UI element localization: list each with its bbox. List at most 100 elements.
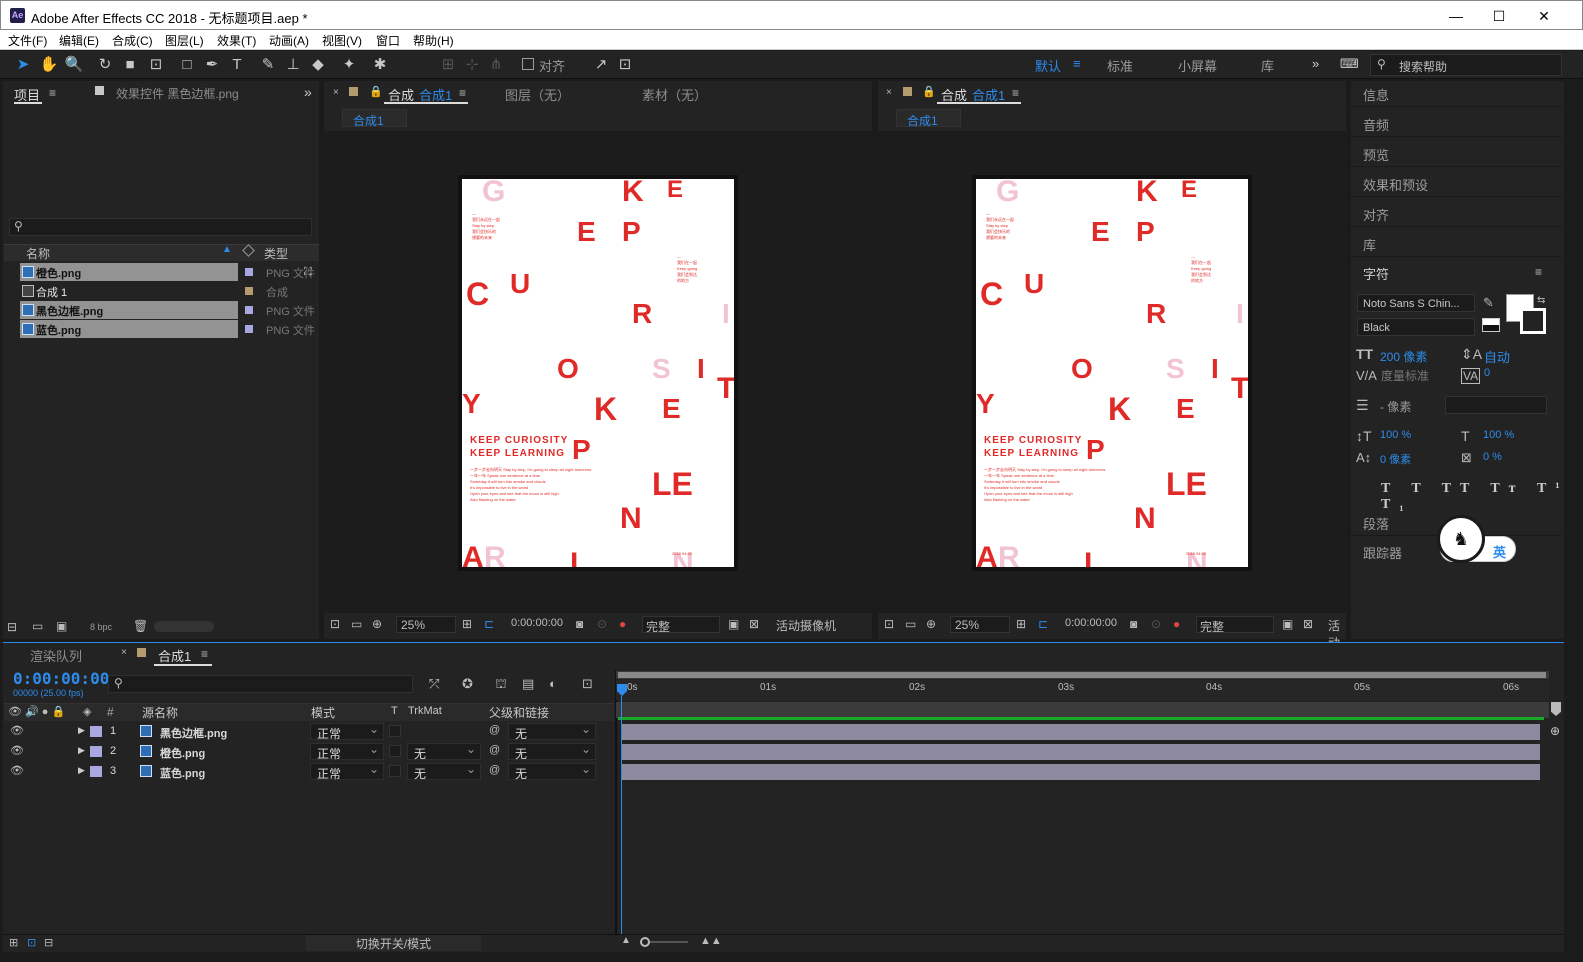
tab-render-queue[interactable]: 渲染队列 bbox=[30, 646, 82, 665]
menu-edit[interactable]: 编辑(E) bbox=[59, 32, 99, 49]
flowchart-icon[interactable]: ⛶ bbox=[304, 266, 312, 279]
label-swatch[interactable] bbox=[90, 726, 102, 737]
panel-menu-icon[interactable]: ≡ bbox=[1535, 265, 1542, 279]
zoom-slider-thumb[interactable] bbox=[640, 937, 650, 947]
pen-tool-icon[interactable]: ✒ bbox=[201, 54, 223, 76]
new-folder-icon[interactable]: ▭ bbox=[32, 619, 43, 633]
stroke-width-value[interactable]: - 像素 bbox=[1380, 398, 1411, 415]
panel-align[interactable]: 对齐 bbox=[1363, 205, 1389, 224]
rectangle-tool-icon[interactable]: □ bbox=[176, 54, 198, 76]
snapshot-icon[interactable]: ◙ bbox=[1130, 617, 1137, 631]
preserve-transparency-checkbox[interactable] bbox=[389, 725, 401, 737]
menu-layer[interactable]: 图层(L) bbox=[165, 32, 204, 49]
snapshot-icon[interactable]: ◙ bbox=[576, 617, 583, 631]
search-help-input[interactable]: 搜索帮助 bbox=[1370, 54, 1562, 76]
swap-colors-icon[interactable]: ⇆ bbox=[1537, 295, 1545, 306]
layer-search-input[interactable] bbox=[108, 675, 413, 693]
panel-menu-icon[interactable]: ≡ bbox=[1012, 86, 1019, 100]
visibility-icon[interactable]: 👁 bbox=[10, 744, 24, 757]
lock-icon[interactable]: 🔒 bbox=[922, 85, 936, 98]
font-style-select[interactable]: Black bbox=[1357, 318, 1475, 336]
stroke-color-swatch[interactable] bbox=[1520, 308, 1546, 334]
col-source-name[interactable]: 源名称 bbox=[142, 704, 178, 721]
tsume-value[interactable]: 0 % bbox=[1483, 451, 1502, 463]
puppet-tool-icon[interactable]: ✱ bbox=[369, 54, 391, 76]
layer-duration-bar[interactable] bbox=[622, 764, 1540, 780]
show-snapshot-icon[interactable]: ⊙ bbox=[597, 617, 607, 631]
workspace-library[interactable]: 库 bbox=[1261, 56, 1274, 75]
blend-mode-select[interactable]: 正常 bbox=[310, 762, 384, 781]
zoom-select[interactable]: 25% bbox=[396, 616, 456, 633]
workspace-small-screen[interactable]: 小屏幕 bbox=[1178, 56, 1217, 75]
zoom-out-icon[interactable]: ▲ bbox=[621, 935, 631, 946]
col-type[interactable]: 类型 bbox=[264, 245, 288, 262]
panel-info[interactable]: 信息 bbox=[1363, 85, 1389, 104]
menu-effect[interactable]: 效果(T) bbox=[217, 32, 256, 49]
label-swatch[interactable] bbox=[90, 746, 102, 757]
close-tab-icon[interactable]: × bbox=[121, 647, 127, 658]
world-axis-icon[interactable]: ⊹ bbox=[461, 54, 483, 76]
close-button[interactable]: ✕ bbox=[1534, 6, 1554, 26]
more-workspaces-icon[interactable]: » bbox=[1312, 56, 1319, 71]
panel-effects-presets[interactable]: 效果和预设 bbox=[1363, 175, 1428, 194]
vertical-scale-value[interactable]: 100 % bbox=[1380, 429, 1411, 441]
parent-select[interactable]: 无 bbox=[508, 762, 596, 781]
interpret-footage-icon[interactable]: ⊟ bbox=[7, 620, 17, 634]
resolution-select[interactable]: 完整 bbox=[642, 616, 720, 634]
layer-switches-icon[interactable]: ⊞ bbox=[9, 936, 18, 949]
workspace-edit-icon[interactable]: ⌨ bbox=[1340, 56, 1359, 72]
menu-animation[interactable]: 动画(A) bbox=[269, 32, 309, 49]
stroke-type-select[interactable] bbox=[1445, 396, 1547, 414]
minimize-button[interactable]: — bbox=[1446, 6, 1466, 26]
text-style-buttons[interactable]: T T TT Tт T¹ T₁ bbox=[1381, 481, 1583, 513]
tab-effect-controls[interactable]: 效果控件 黑色边框.png bbox=[116, 85, 239, 102]
panel-paragraph[interactable]: 段落 bbox=[1363, 514, 1389, 533]
in-out-icon[interactable]: ⊟ bbox=[44, 936, 53, 949]
menu-view[interactable]: 视图(V) bbox=[322, 32, 362, 49]
pickwhip-icon[interactable]: @ bbox=[489, 764, 500, 776]
tab-footage[interactable]: 素材（无） bbox=[642, 85, 707, 104]
kerning-value[interactable]: 度量标准 bbox=[1381, 367, 1429, 384]
col-name[interactable]: 名称 bbox=[26, 245, 50, 262]
comp-breadcrumb[interactable]: 合成1 bbox=[896, 109, 961, 128]
viewer-timecode[interactable]: 0:00:00:00 bbox=[511, 617, 563, 629]
tracking-value[interactable]: 0 bbox=[1484, 367, 1490, 379]
font-family-select[interactable]: Noto Sans S Chin... bbox=[1357, 294, 1475, 312]
zoom-tool-icon[interactable]: 🔍 bbox=[63, 54, 85, 76]
show-snapshot-icon[interactable]: ⊙ bbox=[1151, 617, 1161, 631]
zoom-select[interactable]: 25% bbox=[950, 616, 1010, 633]
baseline-shift-value[interactable]: 0 像素 bbox=[1380, 451, 1411, 467]
close-tab-icon[interactable]: × bbox=[886, 87, 892, 98]
eyedropper-icon[interactable]: ✎ bbox=[1483, 295, 1494, 311]
panel-overflow-icon[interactable]: » bbox=[304, 84, 312, 100]
rotate-tool-icon[interactable]: ↻ bbox=[94, 54, 116, 76]
pickwhip-icon[interactable]: @ bbox=[489, 744, 500, 756]
project-item[interactable]: 黑色边框.png PNG 文件 bbox=[4, 301, 320, 320]
shy-layers-icon[interactable]: ⛫ bbox=[495, 676, 507, 694]
workspace-menu-icon[interactable]: ≡ bbox=[1073, 56, 1081, 71]
maximize-button[interactable]: ☐ bbox=[1489, 6, 1509, 26]
always-preview-icon[interactable]: ⊡ bbox=[884, 617, 894, 631]
parent-select[interactable]: 无 bbox=[508, 742, 596, 761]
view-axis-icon[interactable]: ⋔ bbox=[485, 54, 507, 76]
mask-icon[interactable]: ⊕ bbox=[372, 617, 382, 631]
comp-flowchart-icon[interactable]: ⤱ bbox=[429, 676, 439, 692]
menu-window[interactable]: 窗口 bbox=[376, 32, 400, 49]
work-area-bar[interactable] bbox=[616, 702, 1549, 718]
text-tool-icon[interactable]: T bbox=[226, 54, 248, 76]
layer-row[interactable]: 👁 ▶ 3 蓝色.png 正常 无 @ 无 bbox=[4, 762, 614, 781]
font-size-value[interactable]: 200 像素 bbox=[1380, 348, 1427, 365]
camera-tool-icon[interactable]: ■ bbox=[119, 54, 141, 76]
delete-icon[interactable]: 🗑 bbox=[133, 619, 148, 633]
frame-blending-icon[interactable]: ▤ bbox=[522, 676, 534, 692]
menu-file[interactable]: 文件(F) bbox=[8, 32, 47, 49]
comp-button-icon[interactable]: ⊕ bbox=[1550, 724, 1560, 738]
transparency-grid-icon[interactable]: ⊠ bbox=[749, 617, 759, 631]
bpc-button[interactable]: 8 bpc bbox=[90, 622, 112, 632]
project-search-input[interactable] bbox=[9, 218, 312, 236]
tab-layer[interactable]: 图层（无） bbox=[505, 85, 570, 104]
roi-icon[interactable]: ▣ bbox=[728, 617, 739, 631]
project-scrollbar[interactable] bbox=[154, 621, 214, 632]
camera-select[interactable]: 活动摄像机 bbox=[774, 616, 868, 633]
layer-row[interactable]: 👁 ▶ 2 橙色.png 正常 无 @ 无 bbox=[4, 742, 614, 761]
